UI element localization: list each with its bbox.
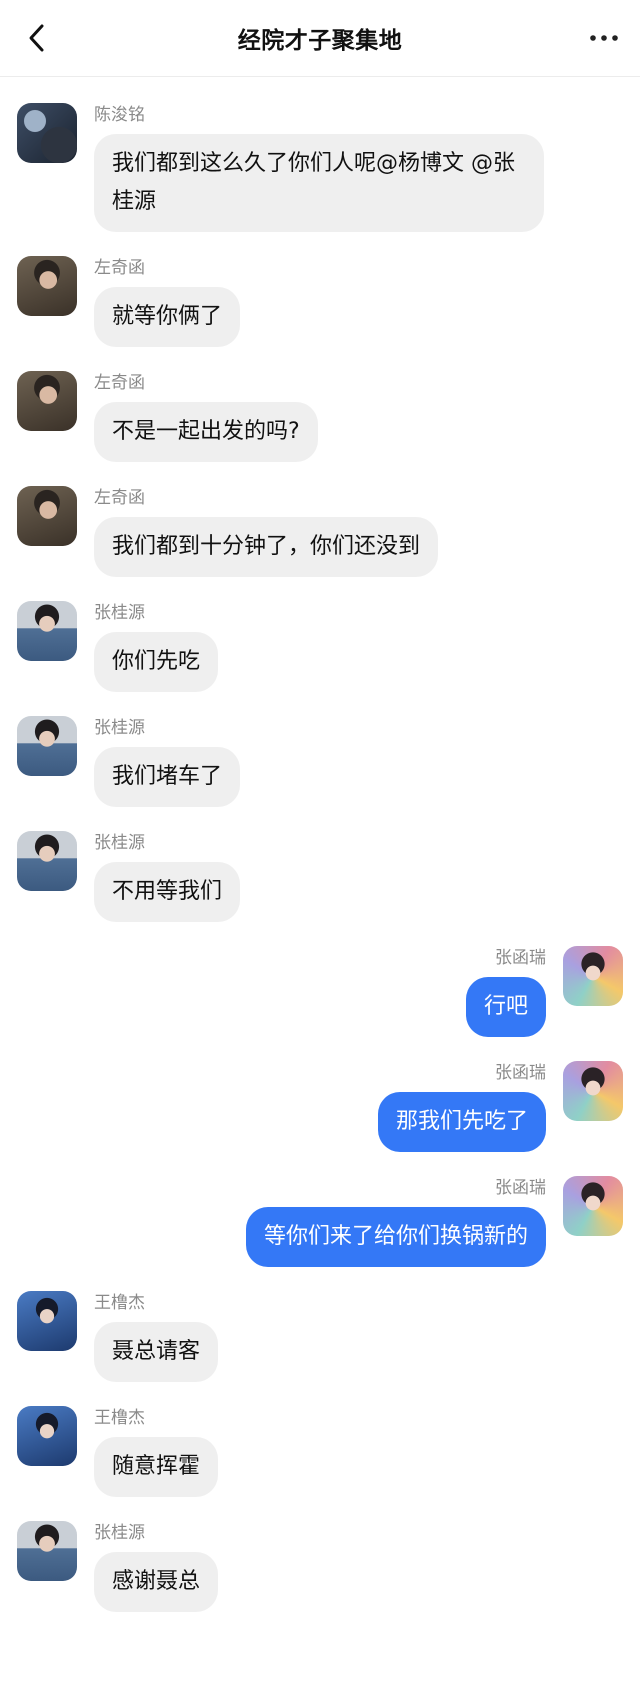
message-row: 张桂源 不用等我们 xyxy=(0,831,640,922)
avatar[interactable] xyxy=(17,1291,77,1351)
message-body: 左奇函 就等你俩了 xyxy=(94,256,241,347)
message-body: 张函瑞行吧 xyxy=(465,946,546,1037)
message-row: 王橹杰 聂总请客 xyxy=(0,1291,640,1382)
more-horizontal-icon xyxy=(590,35,618,41)
sender-name: 左奇函 xyxy=(94,373,145,393)
message-bubble[interactable]: 不是一起出发的吗? xyxy=(94,402,318,462)
message-row: 左奇函 就等你俩了 xyxy=(0,256,640,347)
message-body: 张桂源 不用等我们 xyxy=(94,831,241,922)
avatar[interactable] xyxy=(563,946,623,1006)
chat-screen: 经院才子聚集地 陈浚铭 我们都到这么久了你们人呢@杨博文 @张桂源 左奇函 就等你俩了… xyxy=(0,0,640,1686)
message-bubble[interactable]: 行吧 xyxy=(465,977,546,1037)
avatar[interactable] xyxy=(563,1176,623,1236)
sender-name: 左奇函 xyxy=(94,258,145,278)
message-list[interactable]: 陈浚铭 我们都到这么久了你们人呢@杨博文 @张桂源 左奇函 就等你俩了 左奇函 不是一起出… xyxy=(0,77,640,1612)
sender-name: 张桂源 xyxy=(94,718,145,738)
message-bubble[interactable]: 随意挥霍 xyxy=(94,1437,219,1497)
message-body: 张函瑞等你们来了给你们换锅新的 xyxy=(245,1176,546,1267)
more-button[interactable] xyxy=(586,24,622,52)
sender-name: 左奇函 xyxy=(94,488,145,508)
message-body: 张桂源 感谢聂总 xyxy=(94,1521,219,1612)
message-body: 陈浚铭我们都到这么久了你们人呢@杨博文 @张桂源 xyxy=(94,103,544,232)
message-bubble[interactable]: 你们先吃 xyxy=(94,632,219,692)
message-row: 陈浚铭我们都到这么久了你们人呢@杨博文 @张桂源 xyxy=(0,103,640,232)
message-row: 左奇函不是一起出发的吗? xyxy=(0,371,640,462)
message-row: 王橹杰 随意挥霍 xyxy=(0,1406,640,1497)
sender-name: 张桂源 xyxy=(94,603,145,623)
sender-name: 张桂源 xyxy=(94,833,145,853)
avatar[interactable] xyxy=(17,601,77,661)
message-row: 张桂源 你们先吃 xyxy=(0,601,640,692)
message-bubble[interactable]: 那我们先吃了 xyxy=(377,1092,546,1152)
message-row: 张函瑞那我们先吃了 xyxy=(0,1061,640,1152)
message-bubble[interactable]: 等你们来了给你们换锅新的 xyxy=(245,1207,546,1267)
message-body: 左奇函我们都到十分钟了，你们还没到 xyxy=(94,486,439,577)
avatar[interactable] xyxy=(17,103,77,163)
sender-name: 张函瑞 xyxy=(495,1063,546,1083)
message-body: 王橹杰 聂总请客 xyxy=(94,1291,219,1382)
message-body: 张函瑞那我们先吃了 xyxy=(377,1061,546,1152)
message-body: 王橹杰 随意挥霍 xyxy=(94,1406,219,1497)
message-row: 张函瑞等你们来了给你们换锅新的 xyxy=(0,1176,640,1267)
sender-name: 王橹杰 xyxy=(94,1408,145,1428)
message-bubble[interactable]: 聂总请客 xyxy=(94,1322,219,1382)
message-row: 张桂源 感谢聂总 xyxy=(0,1521,640,1612)
avatar[interactable] xyxy=(17,256,77,316)
message-body: 张桂源 你们先吃 xyxy=(94,601,219,692)
sender-name: 陈浚铭 xyxy=(94,105,145,125)
message-bubble[interactable]: 我们堵车了 xyxy=(94,747,241,807)
sender-name: 张桂源 xyxy=(94,1523,145,1543)
avatar[interactable] xyxy=(563,1061,623,1121)
message-body: 左奇函不是一起出发的吗? xyxy=(94,371,318,462)
chat-header: 经院才子聚集地 xyxy=(0,0,640,77)
avatar[interactable] xyxy=(17,371,77,431)
avatar[interactable] xyxy=(17,1521,77,1581)
message-row: 张函瑞行吧 xyxy=(0,946,640,1037)
message-body: 张桂源 我们堵车了 xyxy=(94,716,241,807)
message-row: 左奇函我们都到十分钟了，你们还没到 xyxy=(0,486,640,577)
back-button[interactable] xyxy=(22,22,52,54)
message-bubble[interactable]: 就等你俩了 xyxy=(94,287,241,347)
message-bubble[interactable]: 感谢聂总 xyxy=(94,1552,219,1612)
chevron-left-icon xyxy=(29,24,44,52)
chat-title: 经院才子聚集地 xyxy=(237,28,403,54)
sender-name: 张函瑞 xyxy=(495,1178,546,1198)
message-row: 张桂源 我们堵车了 xyxy=(0,716,640,807)
sender-name: 王橹杰 xyxy=(94,1293,145,1313)
message-bubble[interactable]: 我们都到十分钟了，你们还没到 xyxy=(94,517,439,577)
avatar[interactable] xyxy=(17,486,77,546)
avatar[interactable] xyxy=(17,831,77,891)
avatar[interactable] xyxy=(17,716,77,776)
avatar[interactable] xyxy=(17,1406,77,1466)
message-bubble[interactable]: 不用等我们 xyxy=(94,862,241,922)
sender-name: 张函瑞 xyxy=(495,948,546,968)
message-bubble[interactable]: 我们都到这么久了你们人呢@杨博文 @张桂源 xyxy=(94,134,544,232)
